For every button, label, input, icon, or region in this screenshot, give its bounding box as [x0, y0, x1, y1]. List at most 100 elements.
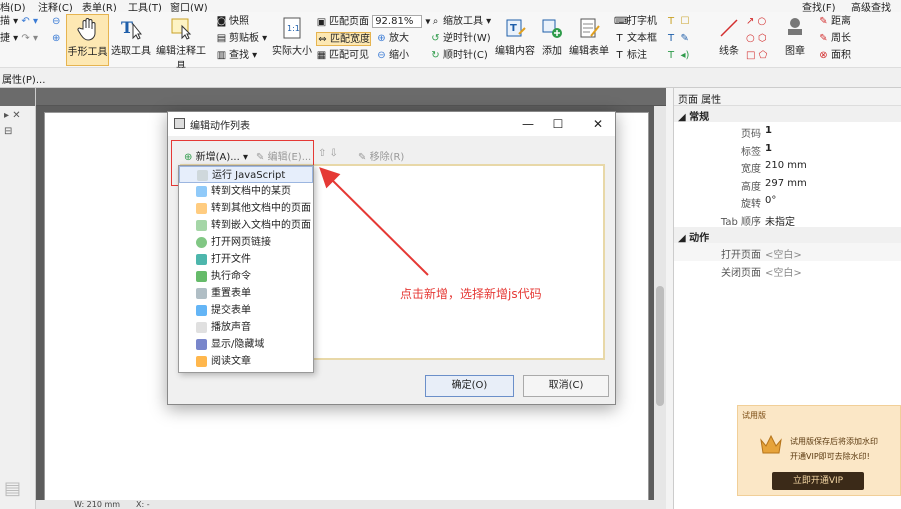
menu-item-show-hide-field[interactable]: 显示/隐藏域: [179, 336, 313, 353]
move-up-icon[interactable]: ⇧ ⇩: [318, 148, 338, 159]
goto-embedded-doc-icon: [196, 220, 207, 231]
vertical-scrollbar[interactable]: [654, 106, 666, 502]
hand-icon: [76, 18, 95, 41]
menu-item-open-file[interactable]: 打开文件: [179, 251, 313, 268]
status-x: X: -: [136, 500, 150, 509]
action-row-open[interactable]: 打开页面 <空白>: [674, 243, 901, 261]
camera-icon: ◙: [216, 16, 227, 27]
underline-icon[interactable]: T ◂): [668, 49, 689, 63]
menu-bar: 档(D) 注释(C) 表单(R) 工具(T) 窗口(W) 查找(F) 高级查找(…: [0, 0, 901, 25]
perimeter-button[interactable]: ✎ 周长: [818, 32, 851, 46]
callout-button[interactable]: T 标注: [614, 49, 647, 63]
maximize-icon[interactable]: ☐: [548, 115, 568, 133]
zoom-tool-button[interactable]: ⌕ 缩放工具 ▾: [430, 15, 492, 29]
cancel-button[interactable]: 取消(C): [523, 375, 609, 397]
prop-row: 旋转 0°: [741, 195, 777, 210]
properties-button[interactable]: 属性(P)...: [2, 71, 45, 86]
menu-item-goto-page[interactable]: 转到文档中的某页: [179, 183, 313, 200]
distance-button[interactable]: ✎ 距离: [818, 15, 851, 29]
edit-annotation-tool-button[interactable]: 编辑注释工具: [152, 14, 210, 72]
edit-form-label: 编辑表单: [569, 46, 609, 57]
ribbon-small-2[interactable]: 捷 ▾ ↷ ▾: [0, 32, 38, 46]
fit-visible-button[interactable]: ▦ 匹配可见: [316, 49, 369, 63]
rect-tools[interactable]: □ ⬠: [746, 49, 767, 63]
section-actions[interactable]: ◢ 动作: [674, 227, 901, 244]
remove-action-button[interactable]: ✎ 移除(R): [358, 148, 404, 163]
edit-form-button[interactable]: 编辑表单: [568, 14, 610, 66]
line-button[interactable]: 线条: [714, 14, 744, 66]
sound-icon: [196, 322, 207, 333]
menu-item-reset-form[interactable]: 重置表单: [179, 285, 313, 302]
menu-item-play-sound[interactable]: 播放声音: [179, 319, 313, 336]
find-button[interactable]: ▥ 查找 ▾: [216, 49, 257, 63]
scroll-thumb[interactable]: [656, 286, 664, 406]
back-icon[interactable]: ⊖: [52, 15, 60, 29]
area-button[interactable]: ⊗ 面积: [818, 49, 851, 63]
shape-tools[interactable]: ↗ ○: [746, 15, 766, 29]
select-tool-label: 选取工具: [111, 46, 151, 57]
stamp-button[interactable]: 图章: [782, 14, 808, 66]
document-tab-bar: [36, 88, 666, 106]
zoom-in-icon: ⊕: [377, 33, 386, 44]
open-vip-button[interactable]: 立即开通VIP: [772, 472, 864, 490]
zoom-input[interactable]: 92.81%: [372, 15, 423, 28]
clipboard-button[interactable]: ▤ 剪贴板 ▾: [216, 32, 267, 46]
menu-item-read-article[interactable]: 阅读文章: [179, 353, 313, 370]
highlight-icon[interactable]: T ✎: [668, 32, 689, 46]
rotate-cw-icon: ↻: [431, 50, 440, 61]
stamp-icon: [788, 18, 802, 35]
typewriter-icon: ⌨: [614, 16, 629, 27]
reset-form-icon: [196, 288, 207, 299]
script-icon: [197, 170, 208, 181]
menu-item-submit-form[interactable]: 提交表单: [179, 302, 313, 319]
panel-tab-icon[interactable]: ▸ ✕: [4, 110, 21, 121]
textbox-button[interactable]: T 文本框: [614, 32, 657, 46]
polygon-tools[interactable]: ○ ⬡: [746, 32, 767, 46]
rotate-cw-button[interactable]: ↻ 顺时针(C): [430, 49, 488, 63]
menu-item-execute-command[interactable]: 执行命令: [179, 268, 313, 285]
vip-promo: 试用版 试用版保存后将添加水印 开通VIP即可去除水印! 立即开通VIP: [737, 405, 901, 496]
ok-button[interactable]: 确定(O): [425, 375, 514, 397]
menu-item-goto-embedded-doc[interactable]: 转到嵌入文档中的页面: [179, 217, 313, 234]
magnifier-icon: ⌕: [432, 16, 439, 27]
hand-tool-label: 手形工具: [67, 47, 108, 58]
submit-form-icon: [196, 305, 207, 316]
note-icon[interactable]: T ☐: [668, 15, 689, 29]
snapshot-button[interactable]: ◙ 快照: [216, 15, 249, 29]
hand-tool-button[interactable]: 手形工具: [66, 14, 109, 66]
menu-item-open-link[interactable]: 打开网页链接: [179, 234, 313, 251]
vip-text-1: 试用版保存后将添加水印: [790, 437, 878, 446]
svg-text:T: T: [510, 23, 517, 34]
minimize-icon[interactable]: —: [518, 115, 538, 133]
prop-row: 高度 297 mm: [741, 177, 807, 193]
vip-text-2: 开通VIP即可去除水印!: [790, 452, 870, 461]
add-label: 添加: [542, 46, 562, 57]
ribbon-small-1[interactable]: 描 ▾ ↶ ▾: [0, 15, 38, 29]
menu-item-run-javascript[interactable]: 运行 JavaScript: [179, 166, 313, 183]
action-row-close[interactable]: 关闭页面 <空白>: [674, 261, 901, 279]
add-button[interactable]: 添加: [537, 14, 567, 66]
properties-bar: 属性(P)...: [0, 68, 901, 88]
typewriter-button[interactable]: ⌨打字机: [614, 15, 657, 29]
section-general[interactable]: ◢ 常规: [674, 106, 901, 123]
zoom-in-button[interactable]: ⊕ 放大: [376, 32, 409, 46]
zoom-out-icon: ⊖: [377, 50, 386, 61]
zoom-out-button[interactable]: ⊖ 缩小: [376, 49, 409, 63]
actual-size-button[interactable]: 1:1 实际大小: [271, 14, 313, 66]
menu-item-goto-other-doc[interactable]: 转到其他文档中的页面: [179, 200, 313, 217]
add-action-menu: 运行 JavaScript 转到文档中的某页 转到其他文档中的页面 转到嵌入文档…: [178, 165, 314, 373]
trial-label: 试用版: [742, 411, 766, 420]
edit-content-button[interactable]: T 编辑内容: [494, 14, 536, 66]
fit-page-button[interactable]: ▣ 匹配页面 92.81% ▾: [316, 15, 430, 29]
dialog-titlebar[interactable]: 编辑动作列表 — ☐ ✕: [168, 112, 615, 136]
add-content-icon: [542, 19, 562, 38]
rotate-ccw-button[interactable]: ↺ 逆时针(W): [430, 32, 490, 46]
svg-text:T: T: [121, 18, 133, 37]
actual-size-label: 实际大小: [272, 46, 312, 57]
panel-expand-icon[interactable]: ⊟: [4, 126, 12, 137]
select-tool-button[interactable]: T 选取工具: [110, 14, 152, 66]
fit-width-button[interactable]: ⇔ 匹配宽度: [316, 32, 371, 46]
forward-icon[interactable]: ⊕: [52, 32, 60, 46]
svg-text:1:1: 1:1: [287, 24, 300, 33]
close-icon[interactable]: ✕: [588, 115, 608, 133]
